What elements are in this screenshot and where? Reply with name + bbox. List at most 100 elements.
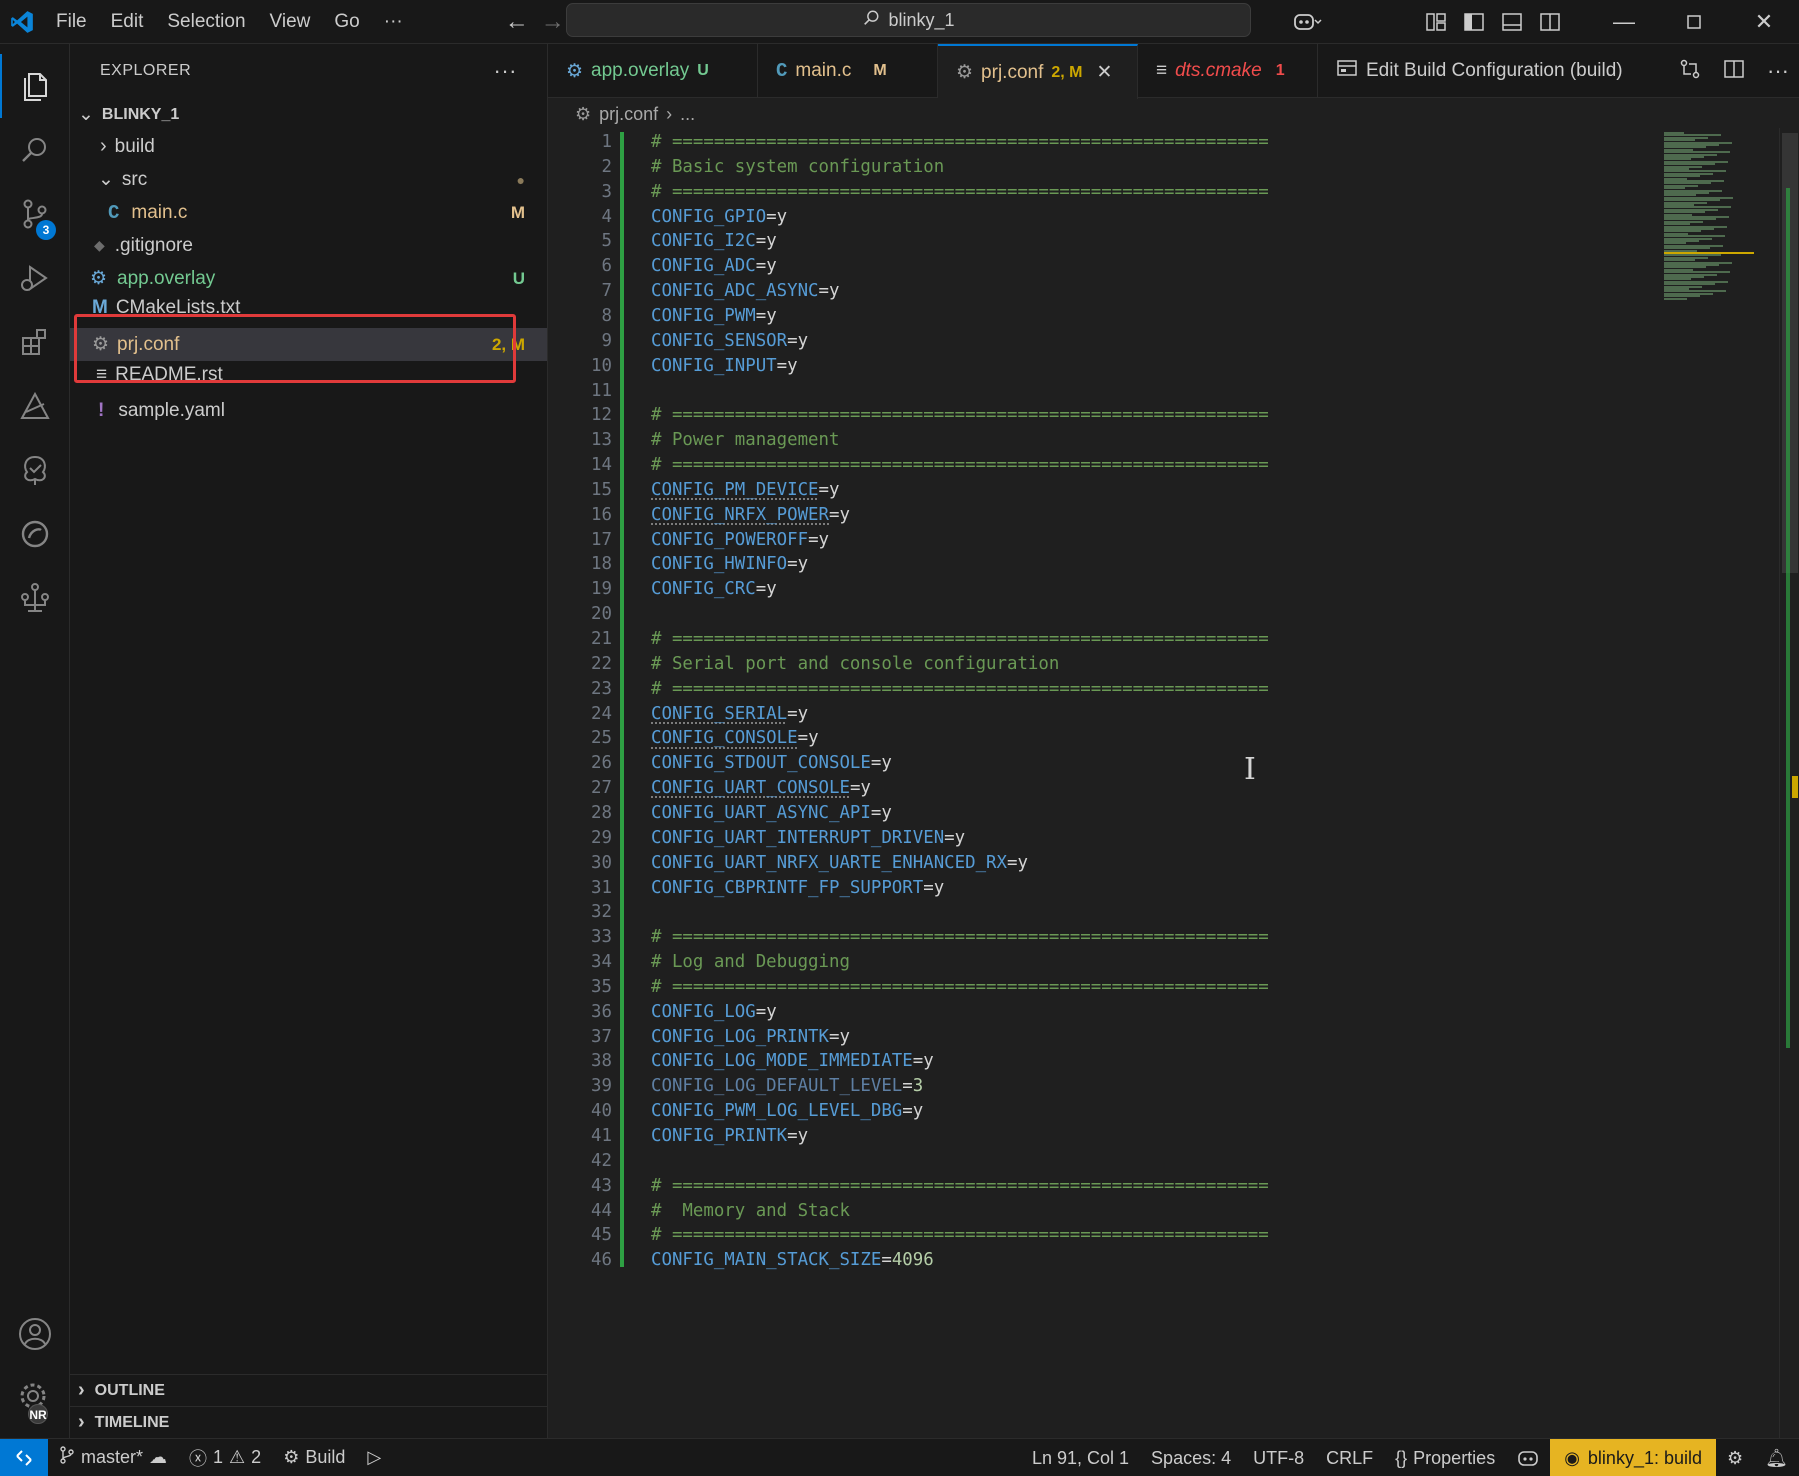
config-key: CONFIG_PWM_LOG_LEVEL_DBG xyxy=(651,1101,903,1122)
close-tab-icon[interactable]: ✕ xyxy=(1096,61,1112,84)
code-comment: # ======================================… xyxy=(651,976,1269,997)
config-value: y xyxy=(797,330,809,351)
remote-indicator-icon[interactable] xyxy=(0,1438,48,1476)
toggle-secondary-sidebar-icon[interactable] xyxy=(1531,12,1569,32)
code-line: 42 xyxy=(548,1147,1668,1175)
config-value: y xyxy=(797,1126,809,1146)
breadcrumb-more[interactable]: ... xyxy=(680,104,695,125)
encoding-status[interactable]: UTF-8 xyxy=(1242,1448,1315,1469)
split-editor-icon[interactable] xyxy=(1723,59,1745,84)
minimap[interactable] xyxy=(1659,128,1759,308)
config-value: y xyxy=(766,231,777,252)
line-number: 27 xyxy=(591,778,612,799)
tab-edit-build-configuration[interactable]: Edit Build Configuration (build) xyxy=(1318,44,1641,98)
copilot-icon[interactable] xyxy=(1277,11,1337,33)
code-line: 24 CONFIG_SERIAL=y xyxy=(548,700,1668,728)
testing-tree-icon[interactable] xyxy=(0,438,70,502)
outline-section[interactable]: › OUTLINE xyxy=(70,1374,547,1406)
breadcrumb-file[interactable]: prj.conf xyxy=(599,104,658,125)
menu-file[interactable]: File xyxy=(44,0,99,44)
menu-go[interactable]: Go xyxy=(322,0,371,44)
command-center-search[interactable]: blinky_1 xyxy=(566,3,1251,37)
tab-prj-conf[interactable]: ⚙ prj.conf 2, M ✕ xyxy=(938,44,1138,99)
explorer-more-actions-icon[interactable]: ··· xyxy=(494,58,517,84)
equals-sign: = xyxy=(818,479,830,500)
tab-dts-cmake[interactable]: ≡ dts.cmake 1 xyxy=(1138,44,1318,98)
toggle-panel-icon[interactable] xyxy=(1493,12,1531,32)
search-view-icon[interactable] xyxy=(0,118,70,182)
toggle-primary-sidebar-icon[interactable] xyxy=(1455,12,1493,32)
modified-dot-icon: ● xyxy=(516,171,525,188)
line-number: 4 xyxy=(601,206,612,227)
code-line: 45 # ====================================… xyxy=(548,1221,1668,1249)
timeline-section[interactable]: › TIMELINE xyxy=(70,1406,547,1438)
device-tree-icon[interactable] xyxy=(0,566,70,630)
line-number: 13 xyxy=(591,430,612,451)
menu-more[interactable]: ··· xyxy=(372,0,415,44)
remote-explorer-icon[interactable] xyxy=(0,502,70,566)
equals-sign: = xyxy=(1006,852,1018,873)
explorer-icon[interactable] xyxy=(0,54,70,118)
run-button[interactable]: ▷ xyxy=(356,1447,392,1468)
extensions-icon[interactable] xyxy=(0,310,70,374)
tab-app-overlay[interactable]: ⚙ app.overlay U xyxy=(548,44,758,98)
equals-sign: = xyxy=(787,1126,798,1146)
equals-sign: = xyxy=(923,877,934,898)
language-mode[interactable]: {} Properties xyxy=(1384,1448,1506,1469)
account-icon[interactable] xyxy=(0,1302,70,1366)
tree-item-sample-yaml[interactable]: ! sample.yaml xyxy=(70,394,547,427)
maximize-button[interactable] xyxy=(1659,0,1729,44)
close-window-button[interactable]: ✕ xyxy=(1729,0,1799,44)
copilot-status-icon[interactable] xyxy=(1506,1449,1550,1467)
problems-status[interactable]: ⓧ 1 ⚠ 2 xyxy=(178,1445,272,1471)
code-content: # ======================================… xyxy=(651,675,1269,703)
menu-selection[interactable]: Selection xyxy=(155,0,257,44)
tab-main-c[interactable]: C main.c M xyxy=(758,44,938,98)
menu-view[interactable]: View xyxy=(258,0,323,44)
sync-cloud-icon[interactable]: ☁ xyxy=(149,1447,167,1468)
config-key: CONFIG_LOG xyxy=(651,1001,756,1022)
compare-changes-icon[interactable] xyxy=(1679,58,1701,85)
code-content: CONFIG_PWM_LOG_LEVEL_DBG=y xyxy=(651,1097,923,1125)
editor-more-actions-icon[interactable]: ··· xyxy=(1767,58,1789,84)
code-line: 39 CONFIG_LOG_DEFAULT_LEVEL=3 xyxy=(548,1072,1668,1100)
code-editor[interactable]: 1 # =====================================… xyxy=(548,128,1799,1438)
config-key: CONFIG_HWINFO xyxy=(651,554,788,575)
source-control-icon[interactable]: 3 xyxy=(0,182,70,246)
run-debug-icon[interactable] xyxy=(0,246,70,310)
build-context-status[interactable]: ◉ blinky_1: build xyxy=(1550,1439,1716,1476)
editor-scrollbar[interactable] xyxy=(1779,128,1799,1438)
tree-item-gitignore[interactable]: ◆ .gitignore xyxy=(70,229,547,262)
customize-layout-icon[interactable] xyxy=(1417,12,1455,32)
back-arrow-icon[interactable]: ← xyxy=(505,8,529,36)
eol-status[interactable]: CRLF xyxy=(1315,1448,1384,1469)
indentation-status[interactable]: Spaces: 4 xyxy=(1140,1448,1242,1469)
tree-item-main-c[interactable]: C main.c M xyxy=(70,196,547,229)
cursor-position[interactable]: Ln 91, Col 1 xyxy=(1021,1448,1140,1469)
build-status-button[interactable]: ⚙ Build xyxy=(272,1447,356,1468)
tree-item-src[interactable]: ⌄ src ● xyxy=(70,163,547,196)
code-content: # Memory and Stack xyxy=(651,1197,850,1225)
chevron-right-icon: › xyxy=(666,103,673,124)
device-tree-file-icon: ⚙ xyxy=(566,60,584,82)
code-content: CONFIG_UART_ASYNC_API=y xyxy=(651,799,892,827)
code-line: 8 CONFIG_PWM=y xyxy=(548,302,1668,330)
tree-item-app-overlay[interactable]: ⚙ app.overlay U xyxy=(70,262,547,295)
folder-root-blinky[interactable]: ⌄ BLINKY_1 xyxy=(70,98,547,131)
code-content: CONFIG_GPIO=y xyxy=(651,203,787,231)
git-branch-status[interactable]: master* ☁ xyxy=(48,1446,178,1469)
nrf-connect-icon[interactable] xyxy=(0,374,70,438)
scrollbar-thumb[interactable] xyxy=(1782,133,1798,573)
line-number: 10 xyxy=(591,355,612,376)
debug-gear-icon[interactable]: ⚙ xyxy=(1716,1448,1754,1469)
tree-item-build[interactable]: › build xyxy=(70,130,547,163)
minimize-button[interactable]: — xyxy=(1589,0,1659,44)
line-number: 40 xyxy=(591,1101,612,1122)
equals-sign: = xyxy=(755,579,767,600)
manage-gear-icon[interactable]: NR xyxy=(0,1366,70,1430)
forward-arrow-icon[interactable]: → xyxy=(541,8,565,36)
notifications-bell-icon[interactable]: 🔔︎ xyxy=(1754,1448,1799,1469)
equals-sign: = xyxy=(755,231,767,252)
menu-edit[interactable]: Edit xyxy=(99,0,156,44)
title-bar: File Edit Selection View Go ··· ← → blin… xyxy=(0,0,1799,44)
